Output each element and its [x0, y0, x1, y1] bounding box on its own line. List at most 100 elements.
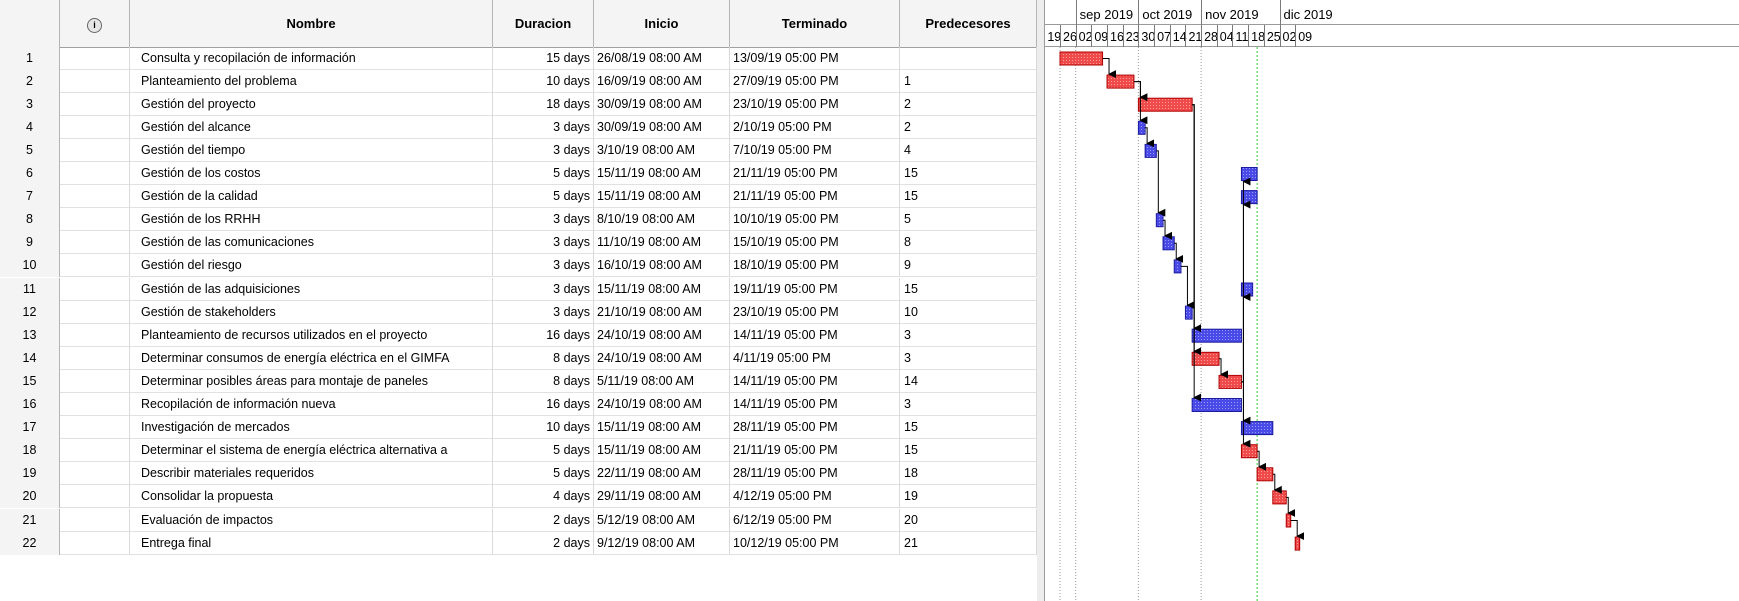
task-bar[interactable]	[1191, 351, 1220, 366]
table-row[interactable]: 7 Gestión de la calidad 5 days 15/11/19 08:…	[0, 185, 1037, 209]
duration-cell[interactable]: 5 days	[493, 462, 594, 486]
finish-cell[interactable]: 6/12/19 05:00 PM	[730, 508, 900, 532]
table-row[interactable]: 16 Recopilación de información nueva 16 da…	[0, 393, 1037, 417]
task-bar[interactable]	[1184, 305, 1193, 320]
duration-cell[interactable]: 3 days	[493, 277, 594, 301]
duration-cell[interactable]: 3 days	[493, 231, 594, 255]
duration-cell[interactable]: 16 days	[493, 323, 594, 347]
table-row[interactable]: 4 Gestión del alcance 3 days 30/09/19 08:00…	[0, 115, 1037, 139]
task-bar[interactable]	[1137, 120, 1146, 135]
predecessors-cell[interactable]: 10	[900, 300, 1037, 324]
start-cell[interactable]: 29/11/19 08:00 AM	[594, 485, 730, 509]
start-cell[interactable]: 5/12/19 08:00 AM	[594, 508, 730, 532]
start-cell[interactable]: 16/09/19 08:00 AM	[594, 69, 730, 93]
task-name-cell[interactable]: Gestión del riesgo	[130, 254, 493, 278]
start-cell[interactable]: 26/08/19 08:00 AM	[594, 46, 730, 70]
task-bar[interactable]	[1144, 143, 1157, 158]
task-name-cell[interactable]: Describir materiales requeridos	[130, 462, 493, 486]
task-name-cell[interactable]: Gestión del tiempo	[130, 138, 493, 162]
task-bar[interactable]	[1059, 51, 1104, 66]
finish-cell[interactable]: 4/11/19 05:00 PM	[730, 346, 900, 370]
task-name-cell[interactable]: Gestión de las comunicaciones	[130, 231, 493, 255]
table-row[interactable]: 22 Entrega final 2 days 9/12/19 08:00 AM 10/…	[0, 531, 1037, 555]
table-row[interactable]: 13 Planteamiento de recursos utilizados e…	[0, 323, 1037, 347]
duration-cell[interactable]: 5 days	[493, 439, 594, 463]
finish-cell[interactable]: 14/11/19 05:00 PM	[730, 393, 900, 417]
splitter-handle[interactable]	[1037, 0, 1045, 601]
finish-cell[interactable]: 28/11/19 05:00 PM	[730, 416, 900, 440]
task-name-cell[interactable]: Gestión del alcance	[130, 115, 493, 139]
finish-cell[interactable]: 14/11/19 05:00 PM	[730, 323, 900, 347]
task-name-cell[interactable]: Evaluación de impactos	[130, 508, 493, 532]
finish-cell[interactable]: 7/10/19 05:00 PM	[730, 138, 900, 162]
finish-cell[interactable]: 10/12/19 05:00 PM	[730, 531, 900, 555]
start-cell[interactable]: 15/11/19 08:00 AM	[594, 439, 730, 463]
duration-cell[interactable]: 3 days	[493, 115, 594, 139]
predecessors-cell[interactable]: 15	[900, 185, 1037, 209]
task-bar[interactable]	[1155, 213, 1164, 228]
table-row[interactable]: 1 Consulta y recopilación de información 1…	[0, 46, 1037, 70]
duration-cell[interactable]: 4 days	[493, 485, 594, 509]
finish-column-header[interactable]: Terminado	[730, 0, 900, 47]
predecessors-cell[interactable]: 15	[900, 416, 1037, 440]
start-cell[interactable]: 30/09/19 08:00 AM	[594, 115, 730, 139]
task-bar[interactable]	[1272, 490, 1287, 505]
name-column-header[interactable]: Nombre	[130, 0, 493, 47]
predecessors-cell[interactable]: 21	[900, 531, 1037, 555]
task-bar[interactable]	[1240, 167, 1258, 181]
start-cell[interactable]: 24/10/19 08:00 AM	[594, 346, 730, 370]
table-row[interactable]: 17 Investigación de mercados 10 days 15/11/…	[0, 416, 1037, 440]
finish-cell[interactable]: 21/11/19 05:00 PM	[730, 439, 900, 463]
start-cell[interactable]: 15/11/19 08:00 AM	[594, 185, 730, 209]
table-row[interactable]: 19 Describir materiales requeridos 5 days 2…	[0, 462, 1037, 486]
table-row[interactable]: 20 Consolidar la propuesta 4 days 29/11/19 …	[0, 485, 1037, 509]
task-bar[interactable]	[1106, 74, 1135, 89]
task-bar[interactable]	[1256, 467, 1274, 482]
finish-cell[interactable]: 23/10/19 05:00 PM	[730, 92, 900, 116]
task-name-cell[interactable]: Determinar consumos de energía eléctrica…	[130, 346, 493, 370]
finish-cell[interactable]: 21/11/19 05:00 PM	[730, 162, 900, 186]
start-cell[interactable]: 16/10/19 08:00 AM	[594, 254, 730, 278]
duration-cell[interactable]: 2 days	[493, 531, 594, 555]
duration-cell[interactable]: 3 days	[493, 300, 594, 324]
predecessors-cell[interactable]: 18	[900, 462, 1037, 486]
task-name-cell[interactable]: Entrega final	[130, 531, 493, 555]
start-cell[interactable]: 24/10/19 08:00 AM	[594, 323, 730, 347]
duration-cell[interactable]: 3 days	[493, 138, 594, 162]
finish-cell[interactable]: 28/11/19 05:00 PM	[730, 462, 900, 486]
task-bar[interactable]	[1294, 536, 1301, 551]
predecessors-cell[interactable]: 9	[900, 254, 1037, 278]
duration-cell[interactable]: 18 days	[493, 92, 594, 116]
table-row[interactable]: 18 Determinar el sistema de energía eléct…	[0, 439, 1037, 463]
table-row[interactable]: 11 Gestión de las adquisiciones 3 days 15/1…	[0, 277, 1037, 301]
task-bar[interactable]	[1191, 328, 1242, 343]
task-name-cell[interactable]: Consulta y recopilación de información	[130, 46, 493, 70]
table-row[interactable]: 21 Evaluación de impactos 2 days 5/12/19 08…	[0, 508, 1037, 532]
task-bar[interactable]	[1137, 97, 1193, 112]
table-row[interactable]: 5 Gestión del tiempo 3 days 3/10/19 08:00 A…	[0, 138, 1037, 162]
start-cell[interactable]: 24/10/19 08:00 AM	[594, 393, 730, 417]
table-row[interactable]: 12 Gestión de stakeholders 3 days 21/10/19 …	[0, 300, 1037, 324]
predecessors-cell[interactable]	[900, 46, 1037, 70]
start-cell[interactable]: 3/10/19 08:00 AM	[594, 138, 730, 162]
start-cell[interactable]: 15/11/19 08:00 AM	[594, 416, 730, 440]
task-name-cell[interactable]: Planteamiento de recursos utilizados en …	[130, 323, 493, 347]
predecessors-cell[interactable]: 2	[900, 115, 1037, 139]
table-row[interactable]: 3 Gestión del proyecto 18 days 30/09/19 08:…	[0, 92, 1037, 116]
start-cell[interactable]: 22/11/19 08:00 AM	[594, 462, 730, 486]
task-name-cell[interactable]: Gestión de stakeholders	[130, 300, 493, 324]
predecessors-cell[interactable]: 15	[900, 277, 1037, 301]
finish-cell[interactable]: 19/11/19 05:00 PM	[730, 277, 900, 301]
predecessors-cell[interactable]: 3	[900, 323, 1037, 347]
finish-cell[interactable]: 15/10/19 05:00 PM	[730, 231, 900, 255]
task-bar[interactable]	[1218, 374, 1242, 389]
predecessors-cell[interactable]: 1	[900, 69, 1037, 93]
duration-cell[interactable]: 10 days	[493, 416, 594, 440]
table-row[interactable]: 9 Gestión de las comunicaciones 3 days 11/1…	[0, 231, 1037, 255]
duration-cell[interactable]: 15 days	[493, 46, 594, 70]
finish-cell[interactable]: 27/09/19 05:00 PM	[730, 69, 900, 93]
start-cell[interactable]: 30/09/19 08:00 AM	[594, 92, 730, 116]
duration-cell[interactable]: 5 days	[493, 185, 594, 209]
table-row[interactable]: 8 Gestión de los RRHH 3 days 8/10/19 08:00 …	[0, 208, 1037, 232]
duration-cell[interactable]: 16 days	[493, 393, 594, 417]
